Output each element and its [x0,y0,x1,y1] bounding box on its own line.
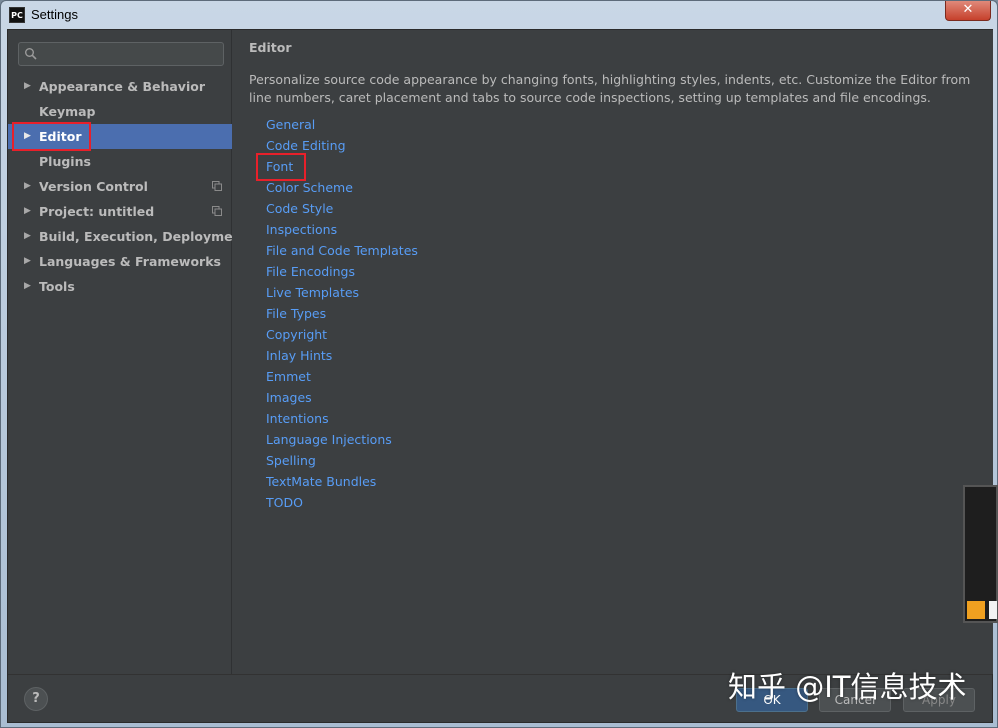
settings-sidebar: ▶ Appearance & Behavior Keymap ▶ Editor … [8,30,247,674]
sidebar-item-label: Tools [39,279,75,294]
link-language-injections[interactable]: Language Injections [266,429,418,450]
link-images[interactable]: Images [266,387,418,408]
settings-tree: ▶ Appearance & Behavior Keymap ▶ Editor … [8,74,247,299]
help-button[interactable]: ? [24,687,48,711]
sidebar-item-languages-frameworks[interactable]: ▶ Languages & Frameworks [8,249,232,274]
window-title: Settings [31,7,78,22]
copy-icon [212,206,222,216]
sidebar-item-label: Project: untitled [39,204,155,219]
copy-icon [212,181,222,191]
link-inlay-hints[interactable]: Inlay Hints [266,345,418,366]
widget-edge [989,601,997,619]
close-button[interactable]: ✕ [945,1,991,21]
user-icon [967,601,985,619]
expand-arrow-icon[interactable]: ▶ [24,274,31,299]
sidebar-item-appearance-behavior[interactable]: ▶ Appearance & Behavior [8,74,232,99]
sidebar-item-label: Keymap [39,104,96,119]
link-textmate-bundles[interactable]: TextMate Bundles [266,471,418,492]
expand-arrow-icon[interactable]: ▶ [24,199,31,224]
expand-arrow-icon[interactable]: ▶ [24,249,31,274]
sidebar-item-project[interactable]: ▶ Project: untitled [8,199,232,224]
link-live-templates[interactable]: Live Templates [266,282,418,303]
title-bar: PC Settings ✕ [1,1,997,29]
sidebar-item-keymap[interactable]: Keymap [8,99,232,124]
search-icon [25,48,37,60]
editor-settings-panel: Editor Personalize source code appearanc… [233,30,993,674]
sidebar-item-label: Languages & Frameworks [39,254,221,269]
link-emmet[interactable]: Emmet [266,366,418,387]
link-file-types[interactable]: File Types [266,303,418,324]
floating-side-widget [963,485,998,623]
sidebar-item-version-control[interactable]: ▶ Version Control [8,174,232,199]
sidebar-item-label: Plugins [39,154,91,169]
link-general[interactable]: General [266,114,418,135]
page-description: Personalize source code appearance by ch… [249,72,971,105]
expand-arrow-icon[interactable]: ▶ [24,174,31,199]
sidebar-item-label: Version Control [39,179,148,194]
watermark: 知乎 @IT信息技术 [728,670,967,704]
dialog-body: ▶ Appearance & Behavior Keymap ▶ Editor … [7,29,993,723]
sidebar-item-label: Build, Execution, Deployment [39,229,248,244]
link-inspections[interactable]: Inspections [266,219,418,240]
sidebar-item-build-execution-deployment[interactable]: ▶ Build, Execution, Deployment [8,224,247,249]
link-file-and-code-templates[interactable]: File and Code Templates [266,240,418,261]
expand-arrow-icon[interactable]: ▶ [24,224,31,249]
settings-window: PC Settings ✕ ▶ Appearance & Behavior Ke… [0,0,998,728]
search-box[interactable] [18,42,224,66]
link-file-encodings[interactable]: File Encodings [266,261,418,282]
link-spelling[interactable]: Spelling [266,450,418,471]
font-highlight-box [256,153,306,181]
editor-highlight-box [12,122,91,151]
sidebar-item-label: Appearance & Behavior [39,79,205,94]
page-title: Editor [249,40,292,55]
link-todo[interactable]: TODO [266,492,418,513]
sidebar-item-plugins[interactable]: Plugins [8,149,232,174]
expand-arrow-icon[interactable]: ▶ [24,74,31,99]
link-copyright[interactable]: Copyright [266,324,418,345]
pycharm-app-icon: PC [9,7,25,23]
search-input[interactable] [41,45,219,63]
sidebar-item-tools[interactable]: ▶ Tools [8,274,232,299]
link-intentions[interactable]: Intentions [266,408,418,429]
link-code-style[interactable]: Code Style [266,198,418,219]
